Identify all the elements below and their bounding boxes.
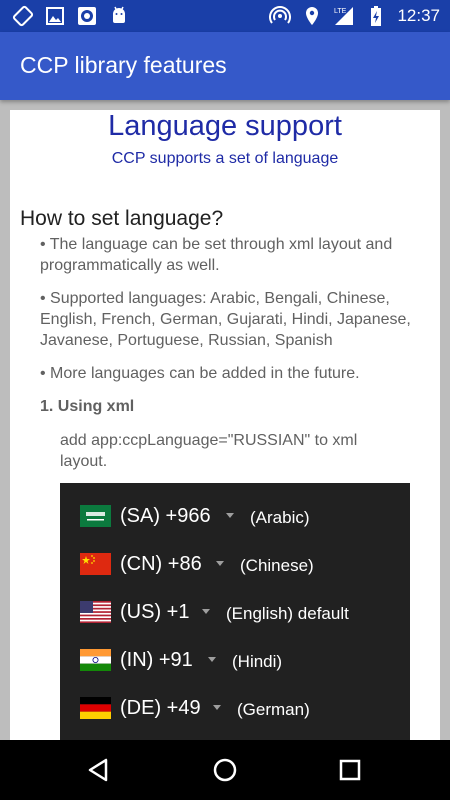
instruction-text: add app:ccpLanguage="RUSSIAN" to xml lay… — [60, 432, 358, 470]
country-code-label: (SA) +966 — [120, 505, 211, 527]
navigation-bar — [0, 740, 450, 800]
dropdown-arrow-icon — [202, 609, 210, 614]
country-picker-row[interactable]: (CN) +86 (Chinese) — [60, 541, 410, 589]
country-picker-row[interactable]: (SA) +966 (Arabic) — [60, 493, 410, 541]
india-flag-icon — [80, 649, 111, 671]
dropdown-arrow-icon — [216, 561, 224, 566]
record-icon — [78, 7, 96, 25]
usa-flag-icon — [80, 601, 111, 623]
dropdown-arrow-icon — [208, 657, 216, 662]
page-subtitle: CCP supports a set of language — [111, 150, 339, 167]
country-picker-row[interactable]: (US) +1 (English) default — [60, 589, 410, 637]
language-label: (Hindi) — [232, 652, 283, 671]
status-bar-right: LTE 12:37 — [269, 5, 440, 27]
country-code-label: (US) +1 — [120, 601, 190, 623]
section-heading: How to set language? — [20, 207, 224, 230]
dropdown-arrow-icon — [226, 513, 234, 518]
svg-text:LTE: LTE — [334, 8, 347, 15]
status-bar: LTE 12:37 — [0, 0, 450, 32]
android-icon — [113, 6, 125, 23]
hotspot-icon — [269, 6, 292, 24]
subheading: 1. Using xml — [40, 398, 135, 415]
country-code-label: (CN) +86 — [120, 553, 202, 575]
recents-icon[interactable] — [335, 755, 365, 785]
page-title: Language support — [108, 110, 342, 142]
dropdown-arrow-icon — [213, 705, 221, 710]
language-label: (English) default — [226, 604, 349, 623]
signal-lte-icon: LTE — [334, 7, 354, 25]
country-code-label: (IN) +91 — [120, 649, 193, 671]
status-bar-left — [12, 5, 130, 27]
language-label: (Chinese) — [240, 556, 314, 575]
location-icon — [306, 7, 319, 25]
germany-flag-icon — [80, 697, 111, 719]
language-label: (Arabic) — [250, 508, 310, 527]
back-icon[interactable] — [84, 755, 114, 785]
bullet-text: • Supported languages: Arabic, Bengali, … — [40, 290, 411, 349]
image-icon — [46, 7, 64, 25]
battery-charging-icon — [371, 6, 382, 26]
country-picker-row[interactable]: (IN) +91 (Hindi) — [60, 637, 410, 685]
saudi-arabia-flag-icon — [80, 505, 111, 527]
bullet-text: • The language can be set through xml la… — [40, 236, 393, 274]
bullet-text: • More languages can be added in the fut… — [40, 365, 360, 382]
clock: 12:37 — [397, 6, 440, 25]
app-bar: CCP library features — [0, 32, 450, 100]
app-bar-title: CCP library features — [20, 52, 227, 78]
language-label: (German) — [237, 700, 310, 719]
screen-rotation-icon — [12, 5, 34, 27]
country-picker-panel: (SA) +966 (Arabic) (CN) +86 (Chinese) (U… — [60, 483, 410, 740]
country-picker-row[interactable]: (DE) +49 (German) — [60, 685, 410, 733]
content-card[interactable]: Language support CCP supports a set of l… — [10, 110, 440, 740]
country-code-label: (DE) +49 — [120, 697, 201, 719]
home-icon[interactable] — [210, 755, 240, 785]
china-flag-icon — [80, 553, 111, 575]
